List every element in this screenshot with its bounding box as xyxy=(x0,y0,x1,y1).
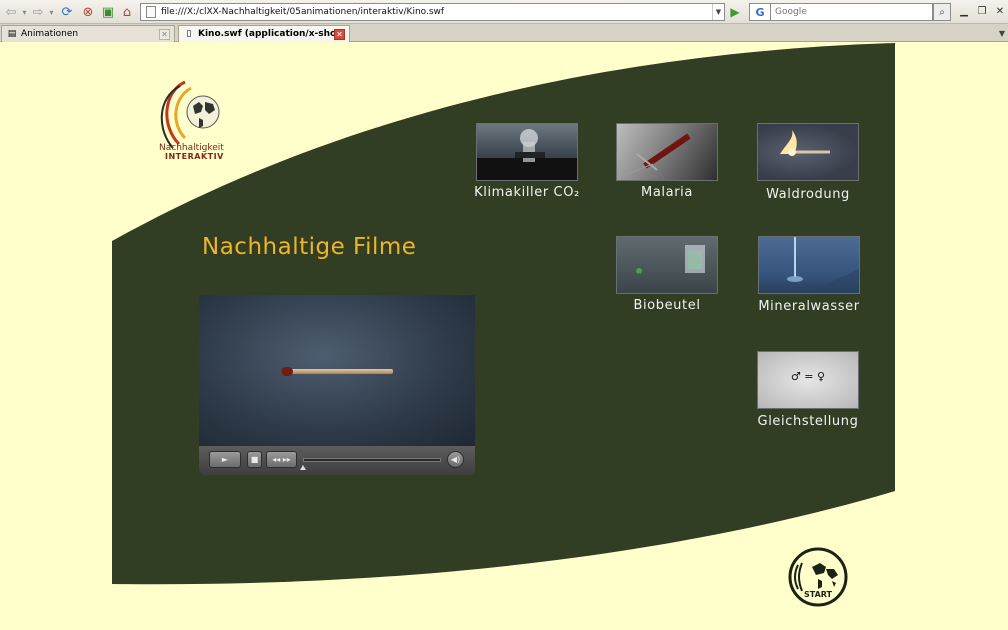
tab-close-icon[interactable]: ✕ xyxy=(159,28,170,40)
tab-close-icon[interactable]: ✕ xyxy=(334,28,345,40)
video-screen[interactable] xyxy=(199,295,475,446)
film-thumbnail-biobeutel[interactable] xyxy=(616,236,718,294)
search-icon[interactable]: ⌕ xyxy=(933,3,951,21)
page-icon: ▯ xyxy=(186,29,192,39)
close-icon[interactable]: ✕ xyxy=(993,4,1007,18)
tab-label: Kino.swf (application/x-shockwa... xyxy=(198,29,334,39)
bookmark-add-icon[interactable]: ▣ xyxy=(99,3,117,21)
address-dropdown-icon[interactable]: ▼ xyxy=(712,4,724,20)
start-button[interactable]: START xyxy=(788,547,848,607)
film-label[interactable]: Gleichstellung xyxy=(737,414,879,429)
match-stick-image xyxy=(281,369,393,374)
tab-animationen[interactable]: ▤ Animationen ✕ xyxy=(1,25,175,42)
search-engine-letter: G xyxy=(755,5,765,19)
stop-icon[interactable]: ⊗ xyxy=(79,3,97,21)
address-bar[interactable]: file:///X:/clXX-Nachhaltigkeit/05animati… xyxy=(140,3,725,21)
film-label[interactable]: Waldrodung xyxy=(737,187,879,202)
video-player[interactable]: ► ■ ◂◂ ▸▸ ◀) xyxy=(199,295,475,475)
search-input[interactable] xyxy=(771,4,932,20)
video-controls: ► ■ ◂◂ ▸▸ ◀) xyxy=(199,446,475,475)
browser-toolbar: ⇦ ▾ ⇨ ▾ ⟳ ⊗ ▣ ⌂ file:///X:/clXX-Nachhalt… xyxy=(0,0,1008,24)
tab-bar: ▤ Animationen ✕ ▯ Kino.swf (application/… xyxy=(0,24,1008,42)
page-title: Nachhaltige Filme xyxy=(202,234,417,260)
home-icon[interactable]: ⌂ xyxy=(118,3,136,21)
start-label: START xyxy=(803,590,833,599)
film-thumbnail-klimakiller[interactable] xyxy=(476,123,578,181)
back-button[interactable]: ⇦ xyxy=(2,3,20,21)
seek-thumb[interactable] xyxy=(300,465,306,470)
forward-button[interactable]: ⇨ xyxy=(29,3,47,21)
flash-stage: Nachhaltigkeit INTERAKTIV Nachhaltige Fi… xyxy=(0,43,1008,630)
tab-list-dropdown-icon[interactable]: ▼ xyxy=(996,25,1008,41)
logo-subtext: INTERAKTIV xyxy=(165,152,224,161)
seek-bar[interactable] xyxy=(303,458,441,462)
match-head-image xyxy=(281,367,293,376)
tab-kino[interactable]: ▯ Kino.swf (application/x-shockwa... ✕ xyxy=(178,25,350,42)
play-icon[interactable]: ► xyxy=(209,451,241,468)
volume-icon[interactable]: ◀) xyxy=(447,451,464,468)
film-label[interactable]: Malaria xyxy=(596,185,738,200)
tab-label: Animationen xyxy=(21,29,79,39)
film-label[interactable]: Mineralwasser xyxy=(738,299,880,314)
address-url[interactable]: file:///X:/clXX-Nachhaltigkeit/05animati… xyxy=(161,7,712,17)
go-icon[interactable]: ▶ xyxy=(728,4,742,20)
minimize-icon[interactable]: ▁ xyxy=(957,4,971,18)
search-box[interactable] xyxy=(771,3,933,21)
film-label[interactable]: Biobeutel xyxy=(596,298,738,313)
film-label[interactable]: Klimakiller CO₂ xyxy=(456,185,598,200)
folder-icon: ▤ xyxy=(7,29,17,39)
film-thumbnail-gleichstellung[interactable]: ♂ = ♀ xyxy=(757,351,859,409)
forward-history-dropdown[interactable]: ▾ xyxy=(47,3,56,21)
restore-icon[interactable]: ❐ xyxy=(975,4,989,18)
reload-icon[interactable]: ⟳ xyxy=(58,3,76,21)
film-thumbnail-waldrodung[interactable] xyxy=(757,123,859,181)
stop-icon[interactable]: ■ xyxy=(247,451,262,468)
search-engine-selector[interactable]: G xyxy=(749,3,771,21)
film-thumbnail-mineralwasser[interactable] xyxy=(758,236,860,294)
gender-equality-symbol: ♂ = ♀ xyxy=(790,370,826,383)
back-history-dropdown[interactable]: ▾ xyxy=(20,3,29,21)
rewind-forward-icon[interactable]: ◂◂ ▸▸ xyxy=(266,451,297,468)
film-thumbnail-malaria[interactable] xyxy=(616,123,718,181)
page-icon xyxy=(143,4,159,20)
